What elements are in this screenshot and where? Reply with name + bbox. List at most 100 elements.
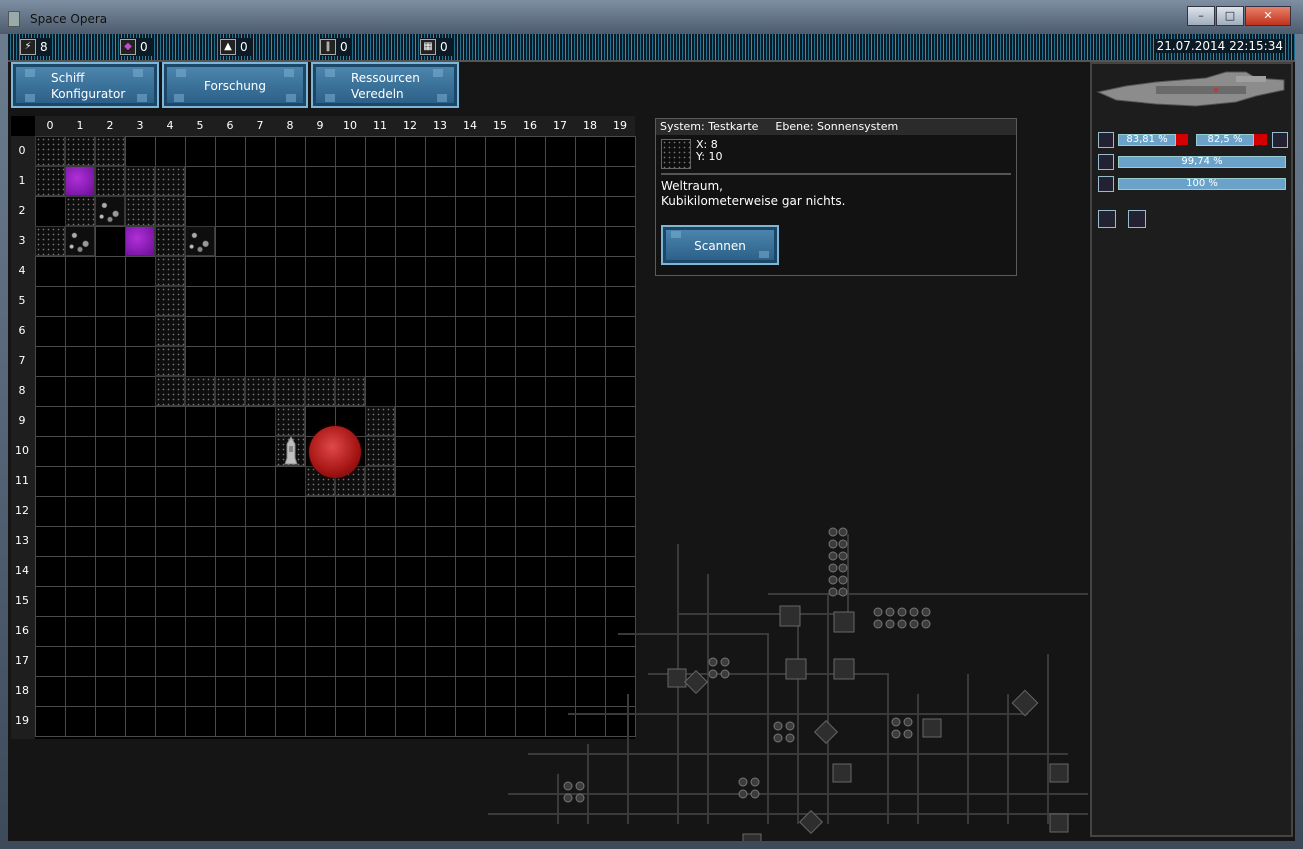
row-label: 11 [15,474,29,487]
column-label: 18 [583,119,597,132]
space-dust-cell[interactable] [335,376,365,406]
circuit-background [488,527,1088,841]
row-label: 12 [15,504,29,517]
ship-configurator-button[interactable]: Schiff Konfigurator [11,62,159,108]
column-label: 17 [553,119,567,132]
system-label: System: Testkarte [660,120,759,133]
row-header: 0 1 2 3 4 5 6 7 8 9 10 11 12 13 14 15 16 17 18 19 [11,136,35,739]
level-label: Ebene: Sonnensystem [775,120,899,133]
date-time: 21.07.2014 22:15:34 [1154,39,1285,53]
space-dust-cell[interactable] [155,256,185,286]
asteroid-cell[interactable] [65,226,95,256]
research-button[interactable]: Forschung [162,62,308,108]
resource-value: 0 [240,40,248,54]
space-dust-cell[interactable] [155,286,185,316]
row-label: 13 [15,534,29,547]
info-header: System: Testkarte Ebene: Sonnensystem [656,119,1016,135]
row-label: 8 [18,384,26,397]
target-icon[interactable] [1272,132,1288,148]
space-dust-cell[interactable] [155,196,185,226]
space-dust-cell[interactable] [35,226,65,256]
sector-description: Weltraum, Kubikilometerweise gar nichts. [661,179,846,209]
gas-icon: ‖ [320,39,336,55]
upgrade-icon[interactable] [1128,210,1146,228]
resource-bar: ⚡ 8 ◆ 0 ▲ 0 ‖ 0 ▦ 0 21.07.2014 22:15:34 [8,34,1295,62]
cargo-icon [1098,154,1114,170]
row-label: 0 [18,144,26,157]
space-dust-cell[interactable] [155,376,185,406]
nebula-cell[interactable] [125,226,155,256]
space-dust-cell[interactable] [35,166,65,196]
app-icon [8,11,20,27]
nebula-cell[interactable] [65,166,95,196]
cargo-bar: 99,74 % [1118,156,1286,168]
resource-value: 8 [40,40,48,54]
space-dust-cell[interactable] [185,376,215,406]
column-label: 14 [463,119,477,132]
title-bar[interactable]: Space Opera – □ ✕ [0,0,1303,34]
asteroid-cell[interactable] [95,196,125,226]
column-label: 13 [433,119,447,132]
maximize-button[interactable]: □ [1216,6,1244,26]
space-dust-cell[interactable] [65,196,95,226]
column-label: 1 [76,119,84,132]
resource-crystal: ◆ 0 [120,38,152,56]
resource-value: 0 [140,40,148,54]
space-dust-cell[interactable] [35,136,65,166]
energy-boost-icon[interactable] [1098,210,1116,228]
refine-resources-button[interactable]: Ressourcen Veredeln [311,62,459,108]
column-label: 8 [286,119,294,132]
description-line: Weltraum, [661,179,723,193]
app-window: Space Opera – □ ✕ ⚡ 8 ◆ 0 ▲ 0 ‖ 0 ▦ 0 21… [0,0,1303,849]
row-label: 16 [15,624,29,637]
column-label: 4 [166,119,174,132]
space-dust-cell[interactable] [365,466,395,496]
space-dust-cell[interactable] [95,136,125,166]
space-dust-cell[interactable] [155,316,185,346]
shield-damage-bar [1254,134,1267,145]
close-button[interactable]: ✕ [1245,6,1291,26]
column-label: 7 [256,119,264,132]
space-dust-cell[interactable] [365,436,395,466]
planet-red[interactable] [309,426,361,478]
space-dust-cell[interactable] [275,406,305,436]
button-label: Veredeln [351,87,404,101]
space-dust-cell[interactable] [275,376,305,406]
button-label: Schiff [51,71,85,85]
row-label: 2 [18,204,26,217]
player-ship-icon[interactable] [284,436,298,466]
button-label: Ressourcen [351,71,420,85]
space-dust-cell[interactable] [125,166,155,196]
game-area: ⚡ 8 ◆ 0 ▲ 0 ‖ 0 ▦ 0 21.07.2014 22:15:34 [8,34,1295,841]
button-label: Forschung [204,79,267,93]
sector-info-panel: System: Testkarte Ebene: Sonnensystem X:… [655,118,1017,276]
space-dust-cell[interactable] [155,166,185,196]
column-label: 2 [106,119,114,132]
energy-icon: ⚡ [20,39,36,55]
space-dust-cell[interactable] [95,166,125,196]
components-icon: ▦ [420,39,436,55]
column-label: 0 [46,119,54,132]
fuel-icon [1098,176,1114,192]
space-dust-cell[interactable] [305,376,335,406]
space-dust-cell[interactable] [365,406,395,436]
hull-icon [1098,132,1114,148]
button-label: Scannen [694,239,746,253]
space-dust-cell[interactable] [155,346,185,376]
space-dust-cell[interactable] [125,196,155,226]
space-dust-cell[interactable] [155,226,185,256]
row-label: 15 [15,594,29,607]
column-label: 15 [493,119,507,132]
column-label: 16 [523,119,537,132]
asteroid-cell[interactable] [185,226,215,256]
space-dust-cell[interactable] [65,136,95,166]
coord-y: Y: 10 [696,150,723,163]
hull-bar: 83,81 % [1118,134,1176,146]
scan-button[interactable]: Scannen [661,225,779,265]
row-label: 10 [15,444,29,457]
resource-gas: ‖ 0 [320,38,352,56]
space-dust-cell[interactable] [215,376,245,406]
row-label: 14 [15,564,29,577]
space-dust-cell[interactable] [245,376,275,406]
minimize-button[interactable]: – [1187,6,1215,26]
